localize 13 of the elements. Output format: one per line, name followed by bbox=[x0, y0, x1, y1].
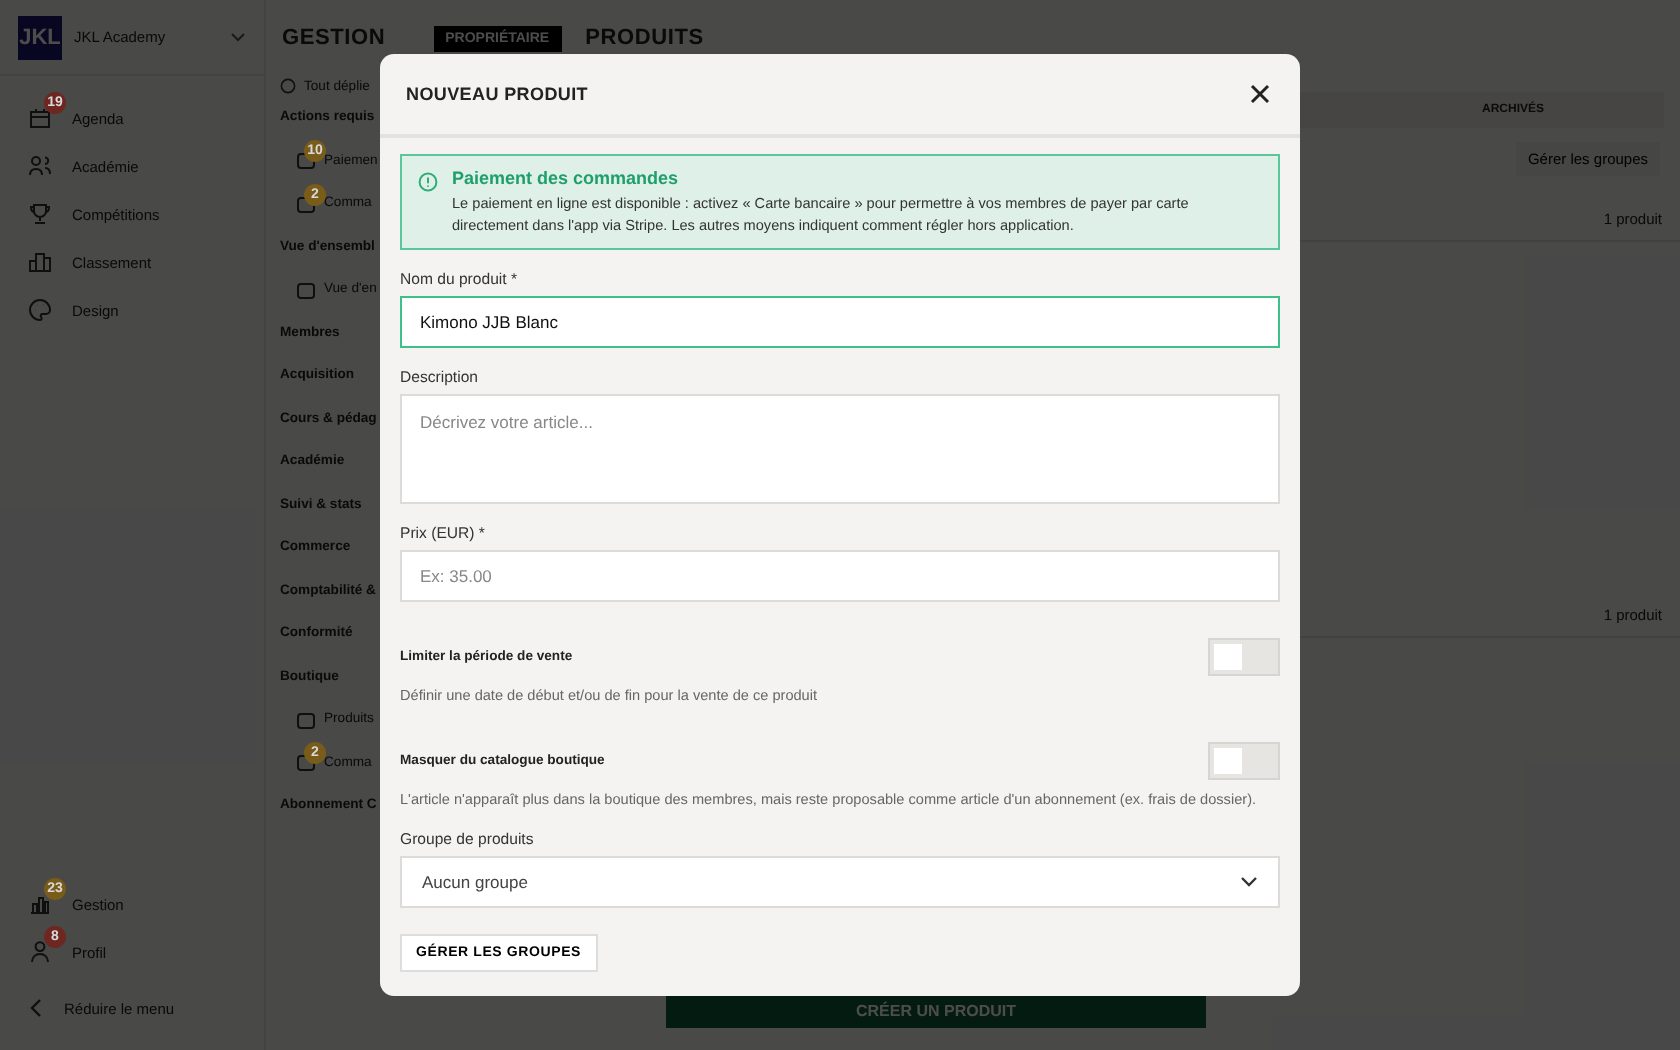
modal-title: NOUVEAU PRODUIT bbox=[406, 84, 589, 104]
close-icon[interactable] bbox=[1250, 84, 1270, 104]
alert-title: Paiement des commandes bbox=[452, 168, 681, 188]
input-field[interactable]: Kimono JJB Blanc bbox=[400, 296, 1280, 348]
section-title: GESTION bbox=[282, 26, 386, 50]
input-field[interactable]: Ex: 35.00 bbox=[400, 550, 1280, 602]
textarea-field[interactable]: Décrivez votre article... bbox=[400, 394, 1280, 504]
select-field[interactable]: Aucun groupe bbox=[400, 856, 1280, 908]
chevron-down-icon bbox=[1240, 876, 1258, 888]
page-title: PRODUITS bbox=[585, 26, 704, 50]
toggle-switch[interactable] bbox=[1208, 742, 1280, 780]
toggle-switch[interactable] bbox=[1208, 638, 1280, 676]
info-icon bbox=[418, 172, 438, 192]
